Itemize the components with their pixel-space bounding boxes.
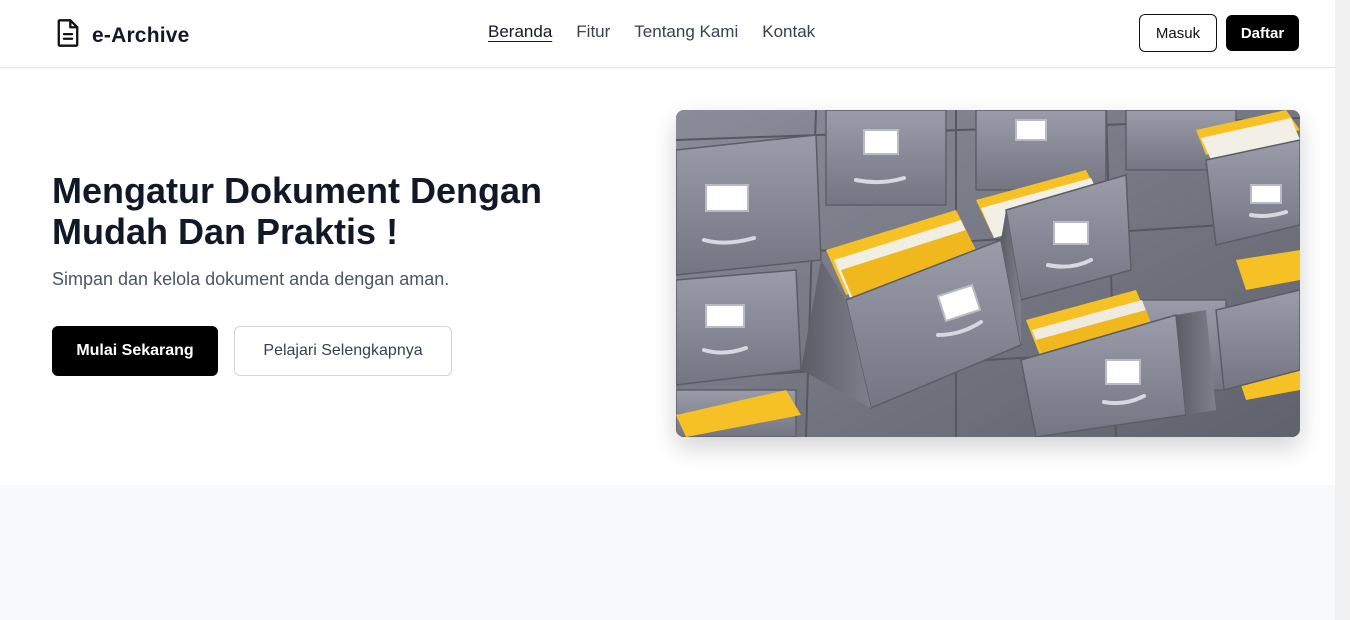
nav-link-beranda[interactable]: Beranda [488,22,552,42]
brand-name: e-Archive [92,23,190,47]
hero-section: Mengatur Dokument Dengan Mudah Dan Prakt… [0,69,1335,485]
features-section-background [0,485,1335,620]
top-navbar: e-Archive Beranda Fitur Tentang Kami Kon… [0,0,1335,68]
auth-buttons: Masuk Daftar [1139,14,1299,52]
page-scrollbar[interactable] [1335,0,1350,620]
document-icon [54,18,82,53]
hero-subtitle: Simpan dan kelola dokument anda dengan a… [52,269,450,289]
nav-link-kontak[interactable]: Kontak [762,22,815,42]
learn-more-button[interactable]: Pelajari Selengkapnya [234,326,452,376]
nav-link-fitur[interactable]: Fitur [576,22,610,42]
brand[interactable]: e-Archive [54,18,190,53]
main-nav: Beranda Fitur Tentang Kami Kontak [488,22,815,42]
hero-title-line2: Mudah Dan Praktis ! [52,211,399,252]
hero-title-line1: Mengatur Dokument Dengan [52,170,543,211]
hero-title: Mengatur Dokument Dengan Mudah Dan Prakt… [52,170,612,252]
hero-cta-group: Mulai Sekarang Pelajari Selengkapnya [52,326,452,376]
page: e-Archive Beranda Fitur Tentang Kami Kon… [0,0,1335,620]
nav-link-tentang-kami[interactable]: Tentang Kami [634,22,738,42]
login-button[interactable]: Masuk [1139,14,1217,52]
register-button[interactable]: Daftar [1226,15,1299,51]
filing-cabinet-image [676,110,1300,437]
start-now-button[interactable]: Mulai Sekarang [52,326,218,376]
